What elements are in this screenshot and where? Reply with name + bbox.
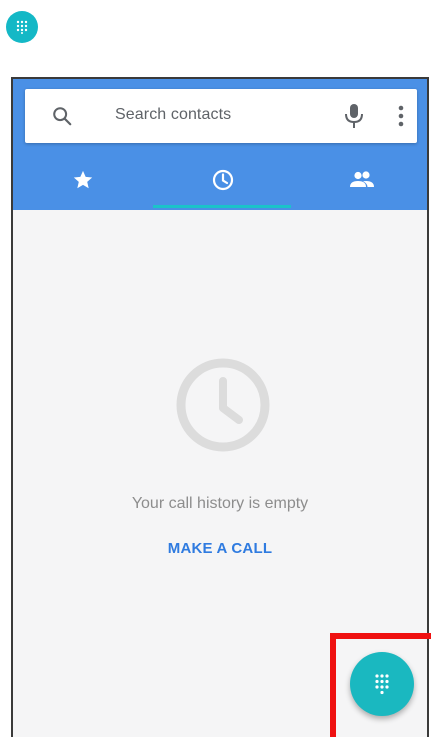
empty-state-message: Your call history is empty	[131, 495, 309, 512]
tab-bar	[13, 152, 427, 208]
search-bar[interactable]: Search contacts	[25, 89, 417, 143]
tab-recents[interactable]	[153, 152, 292, 208]
microphone-icon[interactable]	[343, 103, 365, 129]
search-icon[interactable]	[51, 105, 73, 127]
tab-favorites[interactable]	[13, 152, 152, 208]
dialpad-icon	[16, 20, 28, 34]
app-header: Search contacts	[13, 79, 427, 210]
selected-tab-indicator	[153, 205, 291, 208]
clock-icon	[212, 169, 233, 191]
tab-contacts[interactable]	[292, 152, 427, 208]
dialpad-icon	[375, 674, 389, 695]
clock-icon	[176, 358, 270, 452]
people-icon	[349, 171, 374, 187]
dialpad-badge-icon	[6, 11, 38, 43]
more-options-icon[interactable]	[395, 104, 407, 128]
make-a-call-button[interactable]: MAKE A CALL	[13, 536, 427, 561]
make-a-call-label: MAKE A CALL	[167, 540, 273, 557]
dialpad-button[interactable]	[350, 652, 414, 716]
search-input[interactable]: Search contacts	[115, 106, 231, 124]
star-icon	[73, 170, 92, 189]
page: Search contacts Your call history is emp…	[0, 0, 431, 737]
